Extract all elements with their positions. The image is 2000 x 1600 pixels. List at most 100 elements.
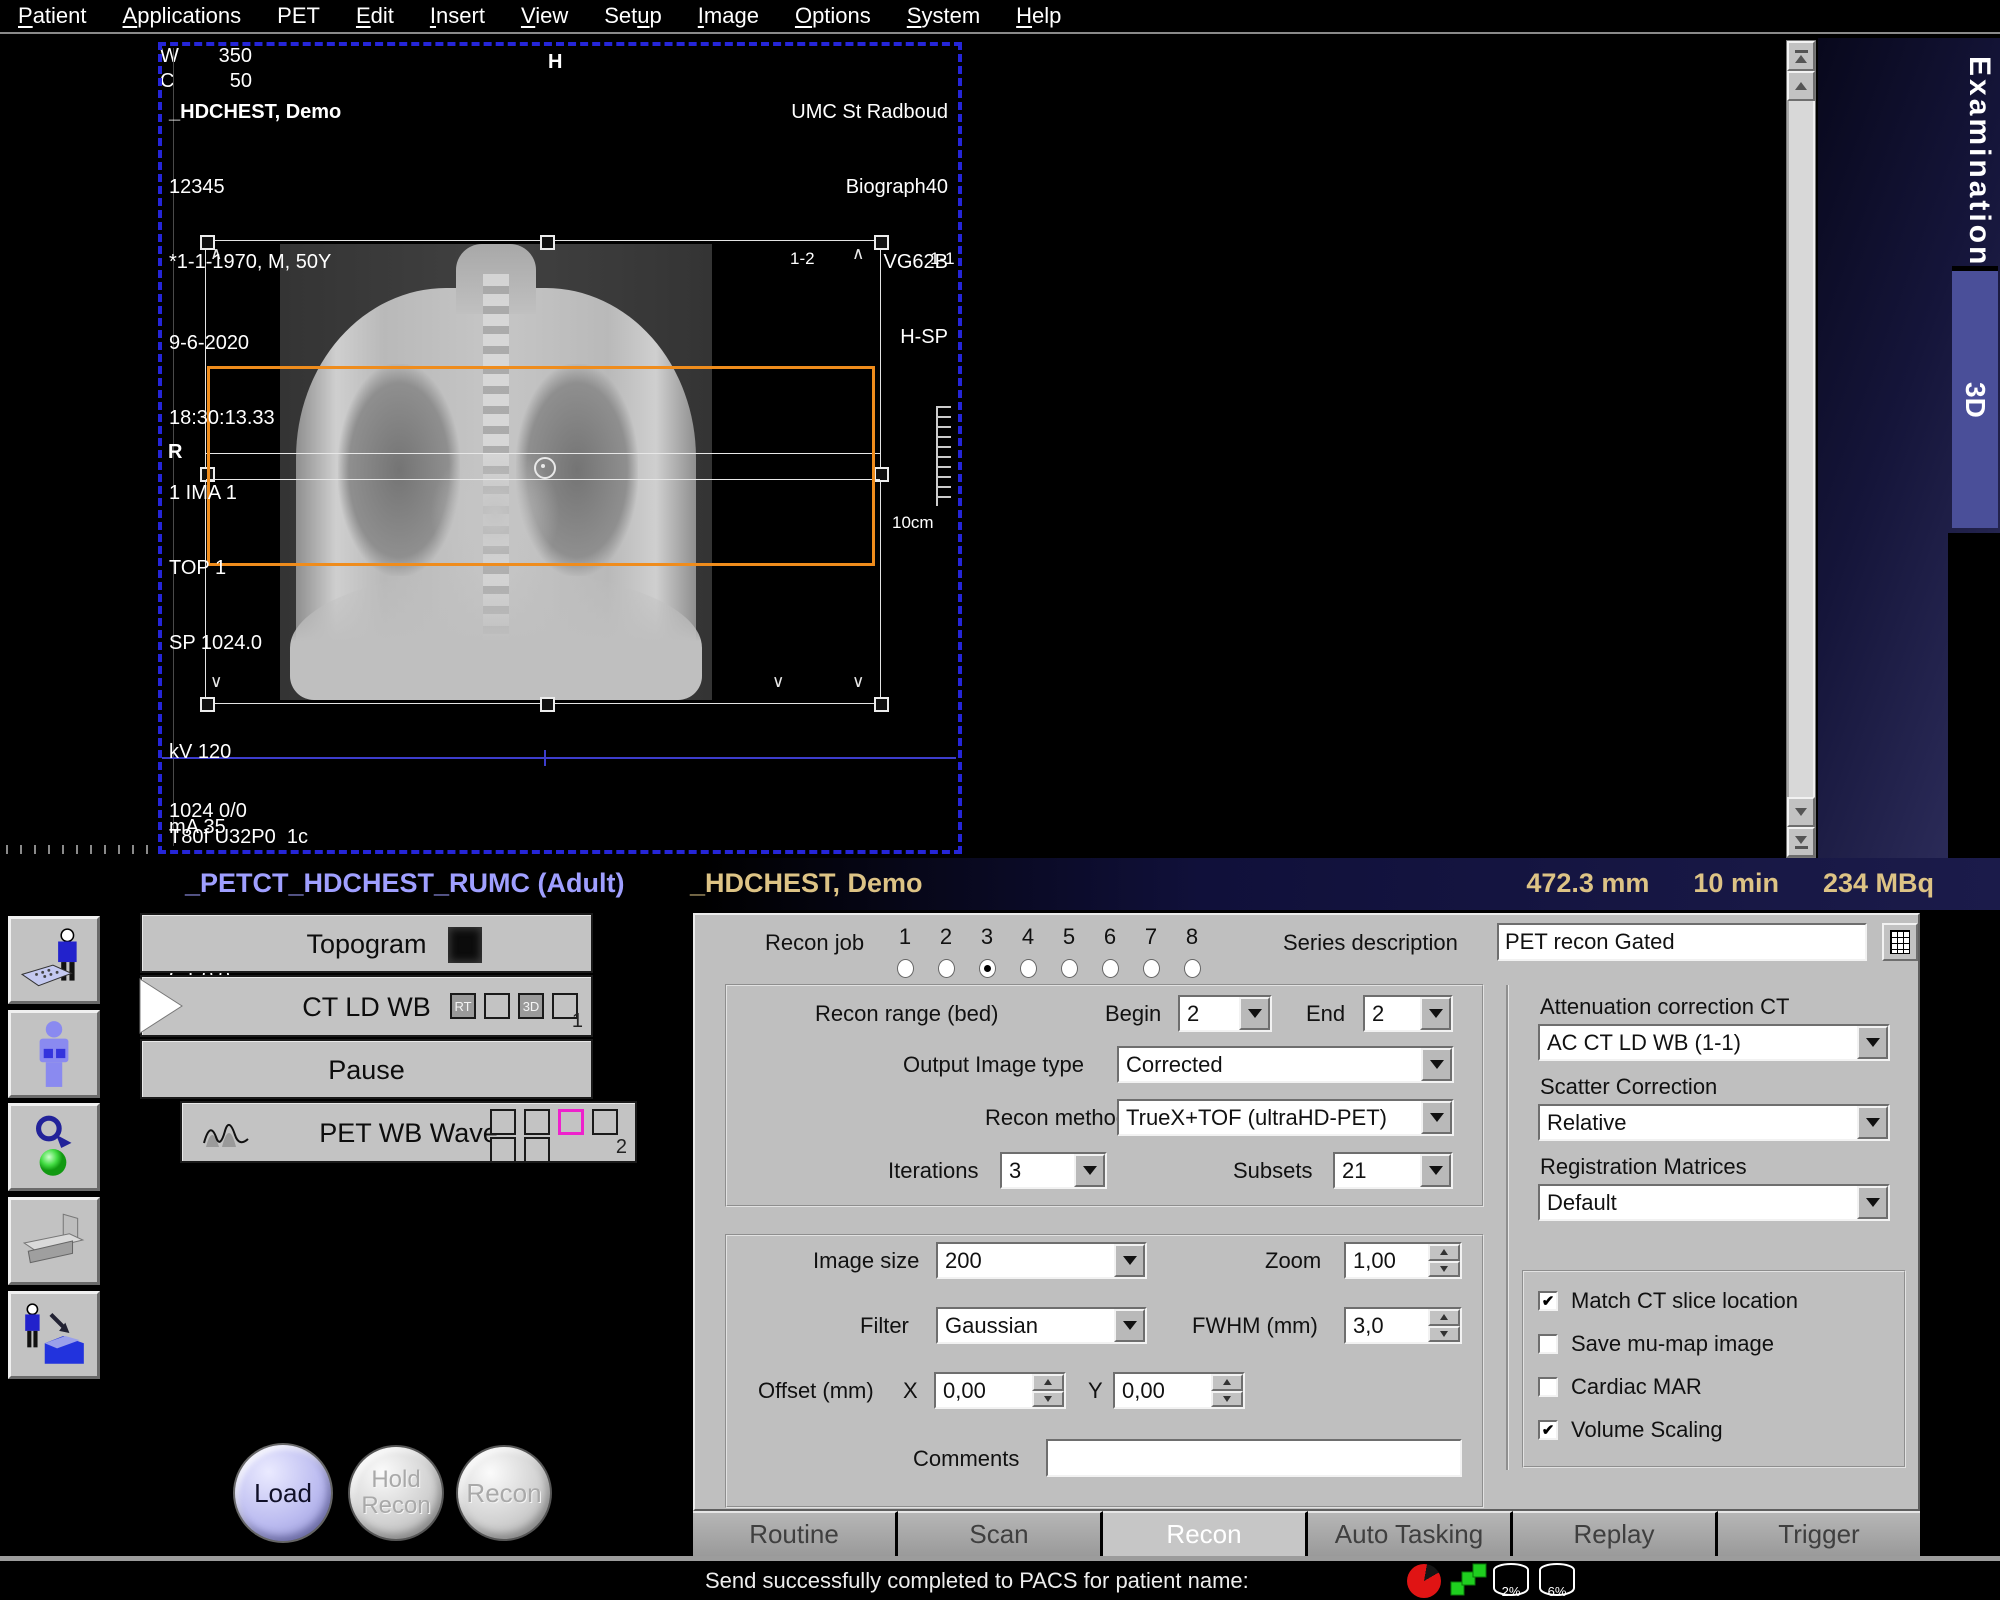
recon-chip-rt[interactable]: RT xyxy=(450,993,476,1019)
confirm-scan-button[interactable] xyxy=(8,1103,100,1191)
checkbox-row-volume-scaling[interactable]: Volume Scaling xyxy=(1538,1415,1723,1445)
tab-trigger[interactable]: Trigger xyxy=(1718,1511,1920,1556)
tab-recon[interactable]: Recon xyxy=(1103,1511,1308,1556)
fwhm-decrement-button[interactable] xyxy=(1428,1325,1460,1342)
recon-method-dropdown-button[interactable] xyxy=(1421,1101,1452,1134)
scatter-dropdown-button[interactable] xyxy=(1857,1106,1888,1139)
offset-y-stepper[interactable]: 0,00 xyxy=(1113,1372,1245,1409)
zoom-increment-button[interactable] xyxy=(1428,1244,1460,1261)
recon-job-radio-3[interactable] xyxy=(978,959,996,978)
subsets-dropdown[interactable]: 21 xyxy=(1333,1152,1453,1189)
recon-job-radio-5[interactable] xyxy=(1060,959,1078,978)
recon-method-dropdown[interactable]: TrueX+TOF (ultraHD-PET) xyxy=(1117,1099,1454,1136)
end-dropdown[interactable]: 2 xyxy=(1363,995,1453,1032)
fwhm-increment-button[interactable] xyxy=(1428,1309,1460,1326)
menu-insert[interactable]: Insert xyxy=(430,3,485,29)
offset-x-increment-button[interactable] xyxy=(1032,1374,1064,1391)
scroll-to-bottom-button[interactable] xyxy=(1787,827,1815,857)
attenuation-dropdown-button[interactable] xyxy=(1857,1026,1888,1059)
menu-help[interactable]: Help xyxy=(1016,3,1061,29)
recon-job-radio-6[interactable] xyxy=(1101,959,1119,978)
image-size-dropdown[interactable]: 200 xyxy=(936,1242,1147,1279)
recon-job-radio-4[interactable] xyxy=(1019,959,1037,978)
zoom-stepper[interactable]: 1,00 xyxy=(1344,1242,1462,1279)
step-topogram[interactable]: Topogram xyxy=(140,913,593,973)
menu-patient[interactable]: Patient xyxy=(18,3,87,29)
tab-examination[interactable]: Examination xyxy=(1962,56,1996,267)
menu-edit[interactable]: Edit xyxy=(356,3,394,29)
scroll-down-button[interactable] xyxy=(1787,797,1815,827)
menu-setup[interactable]: Setup xyxy=(604,3,662,29)
step-ct-ld-wb[interactable]: CT LD WB RT 3D 1 xyxy=(139,975,593,1037)
offset-x-decrement-button[interactable] xyxy=(1032,1390,1064,1407)
offset-y-increment-button[interactable] xyxy=(1211,1374,1243,1391)
offset-x-stepper[interactable]: 0,00 xyxy=(934,1372,1066,1409)
menu-image[interactable]: Image xyxy=(698,3,759,29)
pet-chip-6[interactable] xyxy=(524,1137,550,1163)
tab-scan[interactable]: Scan xyxy=(898,1511,1103,1556)
checkbox-row-save-mu-map-image[interactable]: Save mu-map image xyxy=(1538,1329,1774,1359)
iterations-dropdown-button[interactable] xyxy=(1074,1154,1105,1187)
recon-job-radio-1[interactable] xyxy=(896,959,914,978)
recon-job-2[interactable]: 2 xyxy=(934,924,958,978)
menu-pet[interactable]: PET xyxy=(277,3,320,29)
topogram-viewport[interactable]: ∧ ∧ ∨ ∨ ∨ _HDCHEST, Demo 12345 *1-1-1970… xyxy=(158,42,962,988)
tab-routine[interactable]: Routine xyxy=(693,1511,898,1556)
center-target-icon[interactable] xyxy=(534,457,556,479)
tab-auto-tasking[interactable]: Auto Tasking xyxy=(1308,1511,1513,1556)
filter-dropdown-button[interactable] xyxy=(1114,1309,1145,1342)
scroll-to-top-button[interactable] xyxy=(1787,41,1815,71)
range-handle-top-center[interactable] xyxy=(540,235,555,250)
subsets-dropdown-button[interactable] xyxy=(1420,1154,1451,1187)
checkbox-row-cardiac-mar[interactable]: Cardiac MAR xyxy=(1538,1372,1702,1402)
recon-chip-2[interactable] xyxy=(484,993,510,1019)
recon-job-3[interactable]: 3 xyxy=(975,924,999,978)
recon-job-6[interactable]: 6 xyxy=(1098,924,1122,978)
fwhm-stepper[interactable]: 3,0 xyxy=(1344,1307,1462,1344)
load-button[interactable]: Load xyxy=(235,1445,331,1541)
menu-options[interactable]: Options xyxy=(795,3,871,29)
pet-chip-1[interactable] xyxy=(490,1109,516,1135)
zoom-decrement-button[interactable] xyxy=(1428,1260,1460,1277)
recon-job-8[interactable]: 8 xyxy=(1180,924,1204,978)
scanner-table-button[interactable] xyxy=(8,1197,100,1285)
filter-dropdown[interactable]: Gaussian xyxy=(936,1307,1147,1344)
series-description-input[interactable] xyxy=(1497,923,1867,961)
close-patient-button[interactable] xyxy=(8,1291,100,1379)
recon-chip-3d[interactable]: 3D xyxy=(518,993,544,1019)
scrollbar-track[interactable] xyxy=(1787,101,1815,797)
step-pet-wb-wave[interactable]: PET WB Wave 2 xyxy=(180,1101,637,1163)
scatter-dropdown[interactable]: Relative xyxy=(1538,1104,1890,1141)
recon-job-7[interactable]: 7 xyxy=(1139,924,1163,978)
checkbox-volume-scaling[interactable] xyxy=(1538,1420,1558,1440)
recon-job-radio-8[interactable] xyxy=(1183,959,1201,978)
output-type-dropdown[interactable]: Corrected xyxy=(1117,1046,1454,1083)
registration-dropdown[interactable]: Default xyxy=(1538,1184,1890,1221)
recon-job-radio-2[interactable] xyxy=(937,959,955,978)
recon-job-radio-7[interactable] xyxy=(1142,959,1160,978)
tab-replay[interactable]: Replay xyxy=(1513,1511,1718,1556)
recon-job-5[interactable]: 5 xyxy=(1057,924,1081,978)
checkbox-save-mu-map-image[interactable] xyxy=(1538,1334,1558,1354)
begin-dropdown-button[interactable] xyxy=(1239,997,1270,1030)
recon-job-4[interactable]: 4 xyxy=(1016,924,1040,978)
checkbox-match-ct-slice-location[interactable] xyxy=(1538,1291,1558,1311)
registration-dropdown-button[interactable] xyxy=(1857,1186,1888,1219)
end-dropdown-button[interactable] xyxy=(1420,997,1451,1030)
iterations-dropdown[interactable]: 3 xyxy=(1000,1152,1107,1189)
gantry-position-line[interactable] xyxy=(162,757,956,759)
recon-button[interactable]: Recon xyxy=(458,1447,550,1539)
checkbox-row-match-ct-slice-location[interactable]: Match CT slice location xyxy=(1538,1286,1798,1316)
offset-y-decrement-button[interactable] xyxy=(1211,1390,1243,1407)
tab-3d[interactable]: 3D xyxy=(1952,266,1998,528)
range-handle-bottom-right[interactable] xyxy=(874,697,889,712)
comments-input[interactable] xyxy=(1046,1439,1462,1477)
hold-recon-button[interactable]: Hold Recon xyxy=(350,1447,442,1539)
scroll-up-button[interactable] xyxy=(1787,71,1815,101)
series-description-list-button[interactable] xyxy=(1882,923,1918,961)
attenuation-dropdown[interactable]: AC CT LD WB (1-1) xyxy=(1538,1024,1890,1061)
image-scrollbar[interactable] xyxy=(1786,40,1816,858)
menu-system[interactable]: System xyxy=(907,3,980,29)
pet-chip-4[interactable] xyxy=(592,1109,618,1135)
menu-view[interactable]: View xyxy=(521,3,568,29)
